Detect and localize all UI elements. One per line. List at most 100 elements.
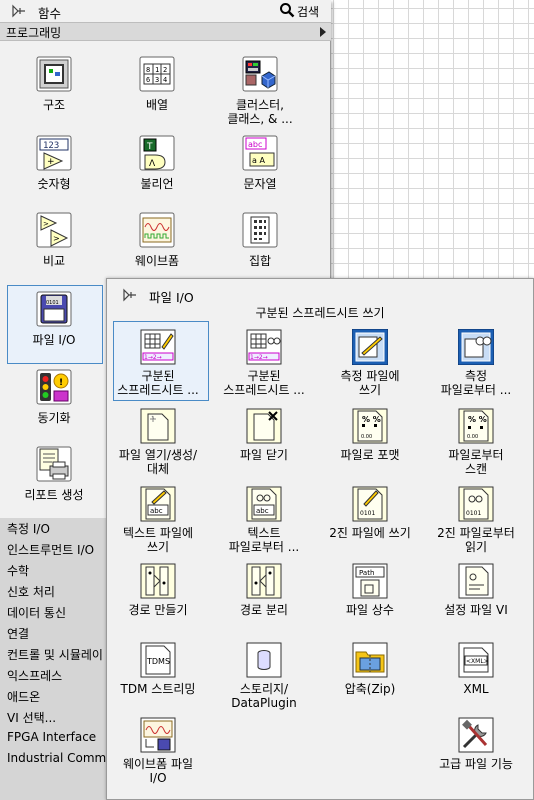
category-fpga-interface[interactable]: FPGA Interface bbox=[7, 730, 107, 744]
advanced-file-functions-icon bbox=[458, 717, 494, 753]
item-label: 파일 닫기 bbox=[240, 448, 288, 462]
read-delimited-spreadsheet-icon: 1→2→ bbox=[246, 329, 282, 365]
svg-text:!: ! bbox=[59, 378, 63, 388]
read-text-file-icon: abc bbox=[246, 486, 282, 522]
close-file-icon bbox=[246, 408, 282, 444]
item-label: 구분된 스프레드시트 ... bbox=[223, 369, 305, 397]
item-label: 고급 파일 기능 bbox=[439, 757, 513, 771]
item-label: 측정 파일로부터 ... bbox=[440, 369, 512, 397]
numeric-icon: 123 + bbox=[36, 135, 72, 171]
category-select-vi[interactable]: VI 선택... bbox=[7, 709, 107, 726]
category-data-communication[interactable]: 데이터 통신 bbox=[7, 604, 107, 621]
category-express[interactable]: 익스프레스 bbox=[7, 667, 107, 684]
item-label: 웨이브폼 파일 I/O bbox=[122, 757, 194, 785]
palette-title: 함수 bbox=[38, 6, 62, 21]
category-addons[interactable]: 애드온 bbox=[7, 688, 107, 705]
file-io-icon: 0101 bbox=[36, 291, 72, 327]
svg-text:% %: % % bbox=[362, 415, 381, 424]
svg-text:% %: % % bbox=[468, 415, 487, 424]
palette-item-label: 웨이브폼 bbox=[134, 254, 180, 268]
svg-text:abc: abc bbox=[150, 507, 163, 515]
category-label: 프로그래밍 bbox=[6, 26, 62, 40]
strip-path-icon bbox=[246, 563, 282, 599]
svg-text:1→2→: 1→2→ bbox=[250, 354, 268, 361]
palette-item-label: 비교 bbox=[42, 254, 66, 268]
pin-icon[interactable] bbox=[12, 4, 26, 18]
svg-text:8: 8 bbox=[146, 66, 150, 74]
svg-text:0101: 0101 bbox=[466, 510, 481, 517]
category-measurement-io[interactable]: 측정 I/O bbox=[7, 520, 107, 537]
waveform-file-io-icon bbox=[140, 717, 176, 753]
write-delimited-spreadsheet-icon: 1→2→ bbox=[140, 329, 176, 365]
svg-text:>: > bbox=[43, 220, 49, 228]
item-label: 경로 분리 bbox=[240, 603, 288, 617]
svg-text:+: + bbox=[47, 157, 55, 167]
tdm-streaming-icon: TDMS bbox=[140, 642, 176, 678]
open-create-replace-file-icon bbox=[140, 408, 176, 444]
item-label: 측정 파일에 쓰기 bbox=[340, 369, 400, 397]
svg-text:0.00: 0.00 bbox=[361, 434, 372, 440]
category-bar[interactable]: 프로그래밍 bbox=[0, 22, 331, 41]
category-list: 측정 I/O 인스트루먼트 I/O 수학 신호 처리 데이터 통신 연결 컨트롤… bbox=[0, 518, 110, 800]
hovered-item-name: 구분된 스프레드시트 쓰기 bbox=[255, 306, 385, 320]
waveform-icon bbox=[139, 212, 175, 248]
palette-titlebar[interactable]: 함수 검색 bbox=[0, 0, 331, 22]
cluster-class-icon bbox=[242, 56, 278, 92]
item-label: 구분된 스프레드시트 ... bbox=[117, 369, 199, 397]
item-label: 스토리지/ DataPlugin bbox=[231, 682, 297, 710]
category-industrial-communications[interactable]: Industrial Commun bbox=[7, 751, 107, 765]
item-label: 경로 만들기 bbox=[128, 603, 188, 617]
report-generation-icon bbox=[36, 446, 72, 482]
search-label: 검색 bbox=[297, 4, 320, 19]
svg-text:Path: Path bbox=[359, 569, 374, 577]
svg-text:>: > bbox=[53, 234, 60, 243]
palette-item-label: 숫자형 bbox=[37, 177, 71, 191]
palette-item-label: 파일 I/O bbox=[32, 333, 76, 347]
svg-text:0.00: 0.00 bbox=[467, 434, 478, 440]
palette-item-label: 클러스터, 클래스, & ... bbox=[227, 98, 293, 126]
svg-text:Λ: Λ bbox=[149, 159, 156, 169]
item-label: 파일로 포맷 bbox=[340, 448, 400, 462]
svg-text:a A: a A bbox=[252, 156, 265, 165]
string-icon: abc a A bbox=[242, 135, 278, 171]
read-binary-file-icon: 0101 bbox=[458, 486, 494, 522]
svg-text:1: 1 bbox=[155, 66, 159, 74]
expand-arrow-icon[interactable] bbox=[320, 27, 326, 37]
svg-text:<XML>: <XML> bbox=[466, 658, 489, 665]
category-signal-processing[interactable]: 신호 처리 bbox=[7, 583, 107, 600]
search-button[interactable]: 검색 bbox=[279, 2, 319, 20]
structures-icon bbox=[36, 56, 72, 92]
pin-icon[interactable] bbox=[123, 288, 137, 302]
svg-text:0101: 0101 bbox=[46, 300, 59, 306]
category-instrument-io[interactable]: 인스트루먼트 I/O bbox=[7, 541, 107, 558]
item-label: 압축(Zip) bbox=[344, 682, 396, 696]
category-control-simulation[interactable]: 컨트롤 및 시뮬레이 bbox=[7, 646, 107, 663]
item-label: XML bbox=[463, 682, 489, 696]
svg-text:6: 6 bbox=[146, 76, 150, 84]
palette-item-label: 집합 bbox=[248, 254, 272, 268]
file-constants-icon: Path bbox=[352, 563, 388, 599]
category-math[interactable]: 수학 bbox=[7, 562, 107, 579]
search-icon bbox=[279, 2, 295, 21]
item-label: 텍스트 파일로부터 ... bbox=[228, 526, 300, 554]
palette-item-label: 불리언 bbox=[140, 177, 174, 191]
boolean-icon: TΛ bbox=[139, 135, 175, 171]
item-label: 파일 열기/생성/ 대체 bbox=[118, 448, 198, 476]
svg-text:123: 123 bbox=[43, 141, 59, 151]
write-binary-file-icon: 0101 bbox=[352, 486, 388, 522]
item-label: 파일로부터 스캔 bbox=[448, 448, 504, 476]
palette-item-label: 동기화 bbox=[37, 411, 71, 425]
svg-text:3: 3 bbox=[155, 76, 159, 84]
palette-item-label: 배열 bbox=[145, 98, 169, 112]
item-label: 설정 파일 VI bbox=[444, 603, 508, 617]
category-connectivity[interactable]: 연결 bbox=[7, 625, 107, 642]
palette-item-label: 구조 bbox=[42, 98, 66, 112]
write-measurement-file-icon bbox=[351, 328, 389, 366]
zip-icon bbox=[352, 642, 388, 678]
write-text-file-icon: abc bbox=[140, 486, 176, 522]
svg-text:TDMS: TDMS bbox=[146, 657, 170, 666]
file-io-subpalette: 파일 I/O 구분된 스프레드시트 쓰기 1→2→ 구분된 스프레드시트 ...… bbox=[106, 278, 534, 800]
svg-text:4: 4 bbox=[163, 76, 167, 84]
set-icon bbox=[242, 212, 278, 248]
svg-text:T: T bbox=[146, 142, 153, 152]
